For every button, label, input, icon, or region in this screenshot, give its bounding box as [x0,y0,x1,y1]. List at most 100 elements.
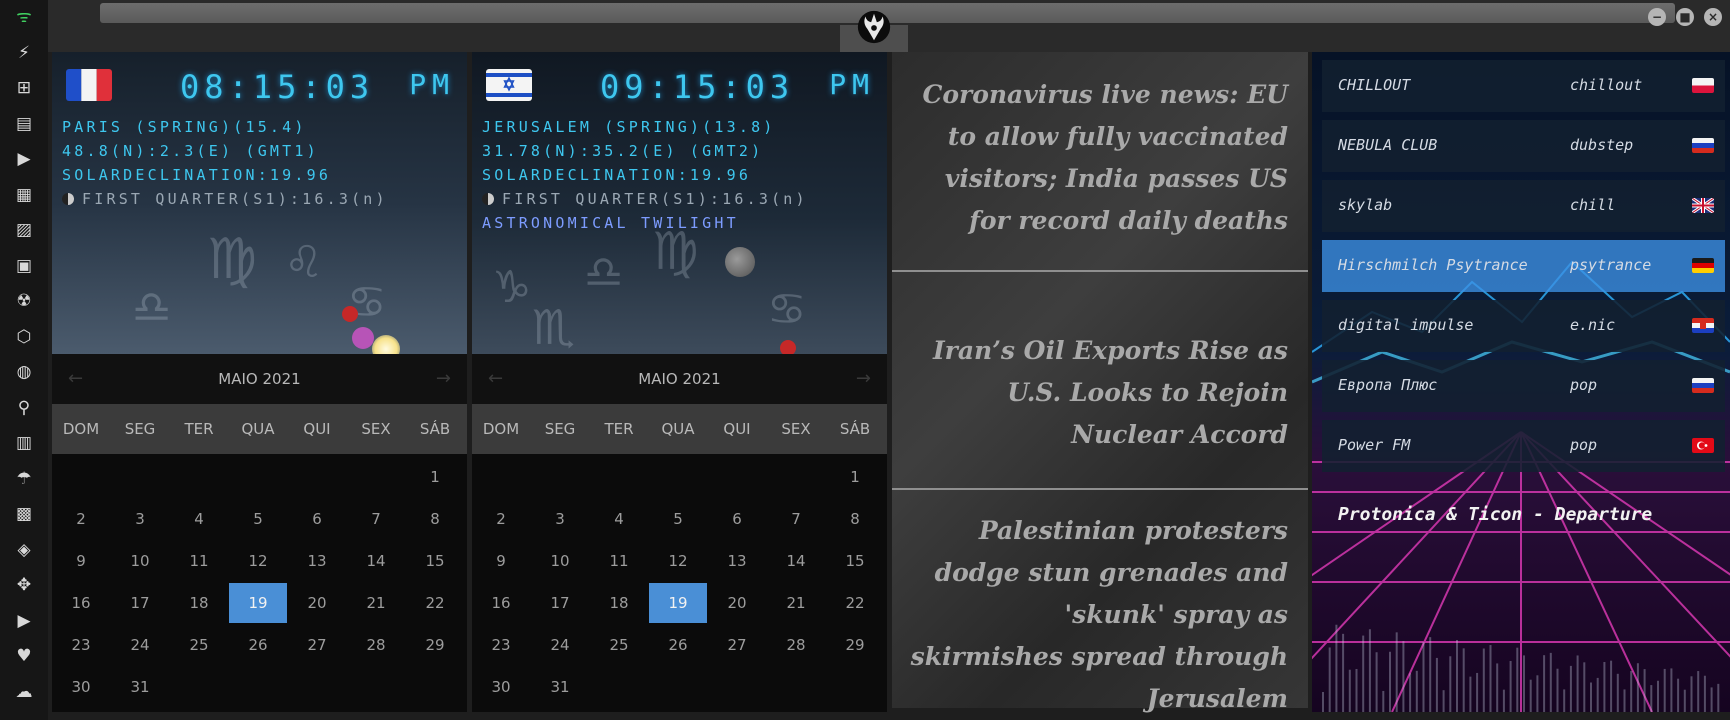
calendar-day[interactable]: 18 [590,583,648,623]
calendar-day[interactable]: 24 [111,625,169,665]
calendar-day-selected[interactable]: 19 [649,583,707,623]
calendar-day[interactable]: 6 [288,499,346,539]
maximize-button[interactable]: ■ [1676,8,1694,26]
calendar-day[interactable]: 28 [767,625,825,665]
tag-icon[interactable]: ◈ [13,539,35,561]
calendar-day[interactable]: 30 [472,667,530,707]
search-icon[interactable]: ⚲ [13,397,35,419]
calendar-day[interactable]: 6 [708,499,766,539]
calendar-day[interactable]: 23 [52,625,110,665]
heart-icon[interactable]: ♥ [13,645,35,667]
calendar-day[interactable]: 21 [347,583,405,623]
calendar-day[interactable]: 17 [531,583,589,623]
wifi-icon[interactable]: ᯤ [13,6,35,28]
calendar-day[interactable]: 1 [406,457,464,497]
calendar-day[interactable]: 18 [170,583,228,623]
calendar-day[interactable]: 2 [472,499,530,539]
radio-station-row[interactable]: NEBULA CLUB dubstep [1322,120,1725,172]
radio-station-row[interactable]: Power FM pop [1322,420,1725,472]
archive-icon[interactable]: ▤ [13,113,35,135]
calendar-day[interactable]: 8 [826,499,884,539]
calendar-day[interactable]: 13 [708,541,766,581]
calendar-day[interactable]: 11 [170,541,228,581]
map-book-icon[interactable]: ▦ [13,184,35,206]
calendar-day[interactable]: 4 [590,499,648,539]
calendar-day[interactable]: 10 [531,541,589,581]
calendar-day[interactable]: 7 [767,499,825,539]
calendar-day[interactable]: 27 [288,625,346,665]
calendar-day[interactable]: 7 [347,499,405,539]
calendar-day[interactable]: 20 [708,583,766,623]
calendar-day[interactable]: 30 [52,667,110,707]
calendar-day[interactable]: 17 [111,583,169,623]
calendar-day[interactable]: 22 [826,583,884,623]
weekday-header: DOM SEG TER QUA QUI SEX SÁB [52,404,467,454]
minimize-button[interactable]: − [1648,8,1666,26]
expand-icon[interactable]: ✥ [13,574,35,596]
radiation-icon[interactable]: ☢ [13,290,35,312]
cloud-icon[interactable]: ☁ [13,681,35,703]
calendar-day[interactable]: 29 [826,625,884,665]
calendar-day[interactable]: 27 [708,625,766,665]
calendar-day[interactable]: 11 [590,541,648,581]
image-icon[interactable]: ▨ [13,219,35,241]
map-icon[interactable]: ▥ [13,432,35,454]
calendar-day[interactable]: 31 [531,667,589,707]
play-icon[interactable]: ▶ [13,148,35,170]
calendar-day-selected[interactable]: 19 [229,583,287,623]
calendar-day[interactable]: 12 [649,541,707,581]
station-genre: chillout [1570,76,1643,94]
calendar-day[interactable]: 5 [649,499,707,539]
calendar-day[interactable]: 2 [52,499,110,539]
radio-station-row[interactable]: skylab chill [1322,180,1725,232]
calendar-day[interactable]: 12 [229,541,287,581]
news-headline-1[interactable]: Coronavirus live news: EU to allow fully… [908,74,1288,242]
calendar-day[interactable]: 16 [472,583,530,623]
close-button[interactable]: × [1704,8,1722,26]
calendar-day[interactable]: 3 [531,499,589,539]
calendar-day[interactable]: 9 [472,541,530,581]
calendar-day[interactable]: 4 [170,499,228,539]
calendar-day[interactable]: 13 [288,541,346,581]
calendar-day[interactable]: 21 [767,583,825,623]
calendar-day[interactable]: 22 [406,583,464,623]
radio-station-row[interactable]: CHILLOUT chillout [1322,60,1725,112]
calendar-day[interactable]: 9 [52,541,110,581]
calendar-day[interactable]: 3 [111,499,169,539]
calendar-day[interactable]: 25 [170,625,228,665]
next-month-arrow-icon[interactable]: → [856,368,871,389]
calendar-day[interactable]: 26 [649,625,707,665]
windows-icon[interactable]: ⊞ [13,77,35,99]
calendar-day[interactable]: 25 [590,625,648,665]
umbrella-icon[interactable]: ☂ [13,468,35,490]
calendar-day[interactable]: 24 [531,625,589,665]
calendar-day[interactable]: 15 [826,541,884,581]
next-month-arrow-icon[interactable]: → [436,368,451,389]
calendar-day[interactable]: 23 [472,625,530,665]
calendar-day[interactable]: 20 [288,583,346,623]
calendar-day[interactable]: 14 [347,541,405,581]
news-headline-2[interactable]: Iran’s Oil Exports Rise as U.S. Looks to… [908,330,1288,456]
globe-icon[interactable]: ◍ [13,361,35,383]
news-headline-3[interactable]: Palestinian protesters dodge stun grenad… [908,510,1288,720]
calendar-day[interactable]: 5 [229,499,287,539]
radio-station-row[interactable]: Hirschmilch Psytrance psytrance [1322,240,1725,292]
news-icon[interactable]: ▣ [13,255,35,277]
hexagon-icon[interactable]: ⬡ [13,326,35,348]
calendar-day[interactable]: 26 [229,625,287,665]
calendar-day[interactable]: 28 [347,625,405,665]
calendar-day[interactable]: 1 [826,457,884,497]
calendar-day[interactable]: 31 [111,667,169,707]
calendar-day[interactable]: 29 [406,625,464,665]
radio-station-row[interactable]: digital impulse e.nic [1322,300,1725,352]
contact-icon[interactable]: ▩ [13,503,35,525]
calendar-day[interactable]: 8 [406,499,464,539]
rebel-alliance-logo-icon[interactable] [855,8,893,46]
youtube-icon[interactable]: ▶ [13,610,35,632]
calendar-day[interactable]: 15 [406,541,464,581]
lightning-icon[interactable]: ⚡ [13,42,35,64]
calendar-day[interactable]: 10 [111,541,169,581]
radio-station-row[interactable]: Европа Плюс pop [1322,360,1725,412]
calendar-day[interactable]: 16 [52,583,110,623]
calendar-day[interactable]: 14 [767,541,825,581]
